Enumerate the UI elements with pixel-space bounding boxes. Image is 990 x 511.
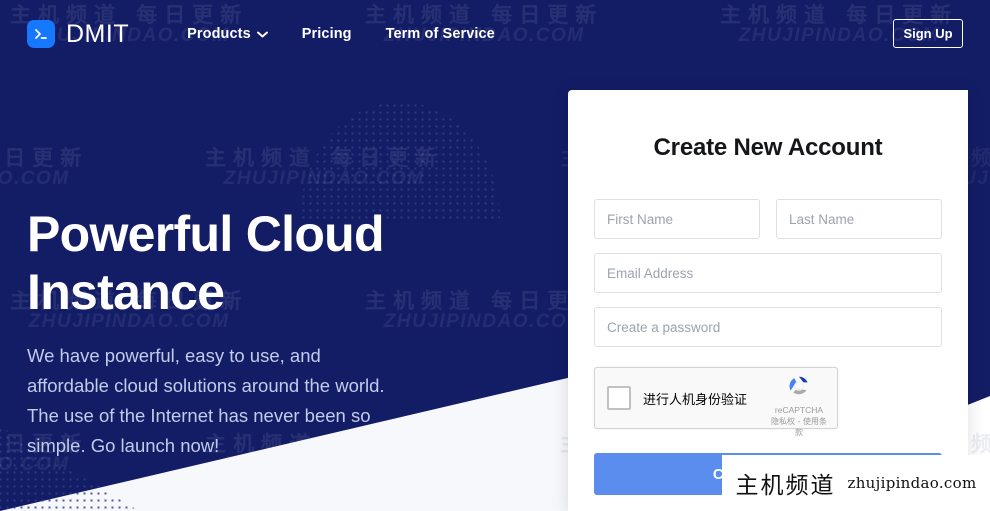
page-title: Powerful Cloud Instance: [27, 206, 385, 320]
nav-item-pricing[interactable]: Pricing: [302, 26, 352, 42]
signup-card-title: Create New Account: [653, 134, 883, 161]
nav-item-pricing-label: Pricing: [301, 26, 352, 42]
recaptcha-brand-name: reCAPTCHA: [774, 405, 824, 415]
email-field-row: [594, 253, 942, 293]
hero-subtitle: We have powerful, easy to use, and affor…: [27, 345, 385, 456]
nav-links: Products Pricing Term of Service: [187, 26, 495, 42]
sign-up-button[interactable]: Sign Up: [893, 19, 963, 48]
email-input[interactable]: [594, 253, 942, 293]
last-name-input[interactable]: [776, 199, 942, 239]
nav-item-term-of-service-label: Term of Service: [385, 26, 495, 42]
recaptcha-logo-icon: [789, 376, 808, 395]
password-field-row: [594, 307, 942, 347]
recaptcha-widget[interactable]: 进行人机身份验证 reCAPTCHA 隐私权 - 使用条款: [594, 367, 838, 437]
signup-form: [568, 199, 968, 347]
first-name-input[interactable]: [594, 199, 760, 239]
chevron-down-icon: [256, 26, 268, 42]
recaptcha-checkbox[interactable]: [607, 386, 631, 410]
brand-logo[interactable]: DMIT: [27, 20, 129, 49]
nav-item-products[interactable]: Products: [187, 26, 268, 42]
brand-logo-text: DMIT: [66, 19, 130, 48]
recaptcha-branding: reCAPTCHA 隐私权 - 使用条款: [768, 373, 830, 438]
terminal-prompt-icon: [27, 20, 55, 48]
password-input[interactable]: [594, 307, 942, 347]
site-watermark-badge: 主机频道 zhujipindao.com: [722, 455, 990, 511]
nav-item-term-of-service[interactable]: Term of Service: [386, 26, 495, 42]
hero-section: Powerful Cloud Instance We have powerful…: [27, 205, 447, 461]
navigation-bar: DMIT Products Pricing Term of Service Si…: [0, 0, 990, 68]
name-field-row: [594, 199, 942, 239]
recaptcha-terms-link[interactable]: 隐私权 - 使用条款: [768, 416, 830, 438]
site-watermark-badge-en: zhujipindao.com: [847, 474, 977, 492]
site-watermark-badge-cn: 主机频道: [735, 473, 836, 499]
signup-card: Create New Account 进行人机身份验证 reCAPTCHA 隐私…: [568, 90, 968, 511]
recaptcha-label: 进行人机身份验证: [643, 392, 748, 408]
nav-item-products-label: Products: [187, 26, 251, 42]
